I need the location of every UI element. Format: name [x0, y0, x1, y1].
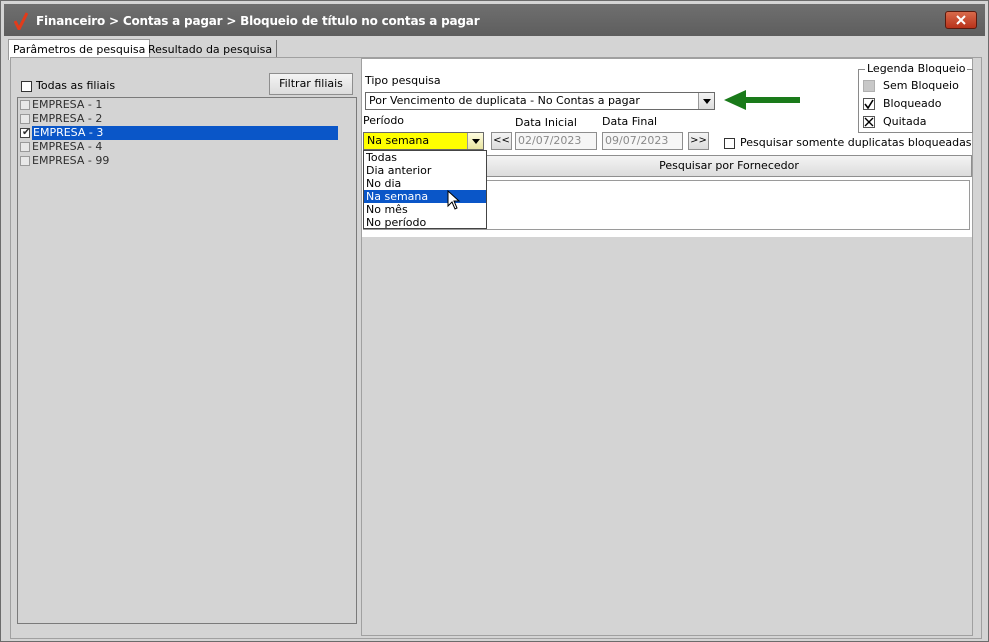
- periodo-label: Período: [363, 114, 405, 127]
- close-button[interactable]: [945, 11, 977, 29]
- prev-period-button[interactable]: <<: [491, 132, 512, 150]
- chevron-down-icon[interactable]: [698, 93, 714, 109]
- filter-branches-button[interactable]: Filtrar filiais: [269, 73, 353, 95]
- tab-panel-parametros: Todas as filiais Filtrar filiais EMPRESA…: [10, 57, 982, 639]
- periodo-value: Na semana: [367, 134, 430, 147]
- legend-label: Quitada: [883, 115, 927, 128]
- somente-bloqueadas-label: Pesquisar somente duplicatas bloqueadas: [740, 136, 972, 149]
- green-arrow-icon: [724, 90, 800, 110]
- company-label: EMPRESA - 4: [32, 140, 103, 153]
- company-label: EMPRESA - 99: [32, 154, 110, 167]
- all-branches-checkbox[interactable]: Todas as filiais: [21, 79, 115, 92]
- tipo-pesquisa-select[interactable]: Por Vencimento de duplicata - No Contas …: [365, 92, 715, 110]
- data-final-input[interactable]: 09/07/2023: [602, 132, 683, 150]
- branches-panel: Todas as filiais Filtrar filiais EMPRESA…: [17, 58, 357, 636]
- window-title: Financeiro > Contas a pagar > Bloqueio d…: [36, 14, 480, 28]
- pesquisar-fornecedor-button[interactable]: Pesquisar por Fornecedor: [486, 155, 972, 177]
- dropdown-option[interactable]: No dia: [364, 177, 486, 190]
- checkbox-box[interactable]: [21, 80, 32, 92]
- chevron-down-icon[interactable]: [467, 133, 483, 149]
- app-window: Financeiro > Contas a pagar > Bloqueio d…: [0, 0, 989, 642]
- company-label: EMPRESA - 3: [32, 126, 338, 140]
- legend-box: Legenda Bloqueio Sem Bloqueio Bloqueado: [858, 62, 973, 133]
- company-label: EMPRESA - 2: [32, 112, 103, 125]
- data-inicial-label: Data Inicial: [515, 116, 577, 129]
- tipo-label: Tipo pesquisa: [365, 74, 441, 87]
- company-item[interactable]: EMPRESA - 1: [18, 98, 356, 112]
- results-empty-area: [362, 237, 972, 635]
- app-logo-icon: [14, 12, 28, 30]
- checkbox-box[interactable]: [724, 137, 735, 149]
- gray-square-icon: [863, 80, 875, 92]
- dropdown-option[interactable]: Dia anterior: [364, 164, 486, 177]
- tipo-value: Por Vencimento de duplicata - No Contas …: [369, 94, 640, 107]
- mouse-cursor-icon: [447, 190, 461, 210]
- legend-label: Sem Bloqueio: [883, 79, 959, 92]
- company-label: EMPRESA - 1: [32, 98, 103, 111]
- x-box-icon: [863, 116, 875, 128]
- checkmark-icon: ✔: [22, 127, 31, 138]
- company-item[interactable]: EMPRESA - 2: [18, 112, 356, 126]
- legend-item-sem-bloqueio: Sem Bloqueio: [863, 79, 959, 93]
- dropdown-option[interactable]: Todas: [364, 151, 486, 164]
- check-box-icon: [863, 98, 875, 110]
- all-branches-label: Todas as filiais: [36, 79, 116, 92]
- company-checkbox-checked[interactable]: ✔: [20, 127, 31, 138]
- search-form: Tipo pesquisa Por Vencimento de duplicat…: [362, 59, 973, 237]
- company-checkbox[interactable]: [20, 114, 30, 124]
- legend-title: Legenda Bloqueio: [865, 62, 968, 75]
- next-period-button[interactable]: >>: [688, 132, 709, 150]
- company-checkbox[interactable]: [20, 156, 30, 166]
- legend-label: Bloqueado: [883, 97, 942, 110]
- periodo-dropdown-list[interactable]: Todas Dia anterior No dia Na semana No m…: [363, 150, 487, 229]
- dropdown-option[interactable]: No mês: [364, 203, 486, 216]
- dropdown-option[interactable]: No período: [364, 216, 486, 229]
- legend-item-quitada: Quitada: [863, 115, 926, 129]
- legend-item-bloqueado: Bloqueado: [863, 97, 942, 111]
- company-item-selected[interactable]: ✔ EMPRESA - 3: [18, 126, 356, 140]
- company-item[interactable]: EMPRESA - 4: [18, 140, 356, 154]
- dropdown-option-selected[interactable]: Na semana: [364, 190, 486, 203]
- periodo-select[interactable]: Na semana: [363, 132, 484, 150]
- company-item[interactable]: EMPRESA - 99: [18, 154, 356, 168]
- company-checkbox[interactable]: [20, 100, 30, 110]
- somente-bloqueadas-checkbox[interactable]: Pesquisar somente duplicatas bloqueadas: [724, 136, 972, 149]
- company-list[interactable]: EMPRESA - 1 EMPRESA - 2 ✔ EMPRESA - 3 EMP…: [17, 97, 357, 624]
- data-inicial-input[interactable]: 02/07/2023: [515, 132, 597, 150]
- title-bar: Financeiro > Contas a pagar > Bloqueio d…: [4, 4, 985, 36]
- search-panel: Tipo pesquisa Por Vencimento de duplicat…: [361, 58, 973, 636]
- data-final-label: Data Final: [602, 115, 658, 128]
- company-checkbox[interactable]: [20, 142, 30, 152]
- client-area: Parâmetros de pesquisa Resultado da pesq…: [4, 36, 985, 639]
- close-icon: [956, 15, 966, 25]
